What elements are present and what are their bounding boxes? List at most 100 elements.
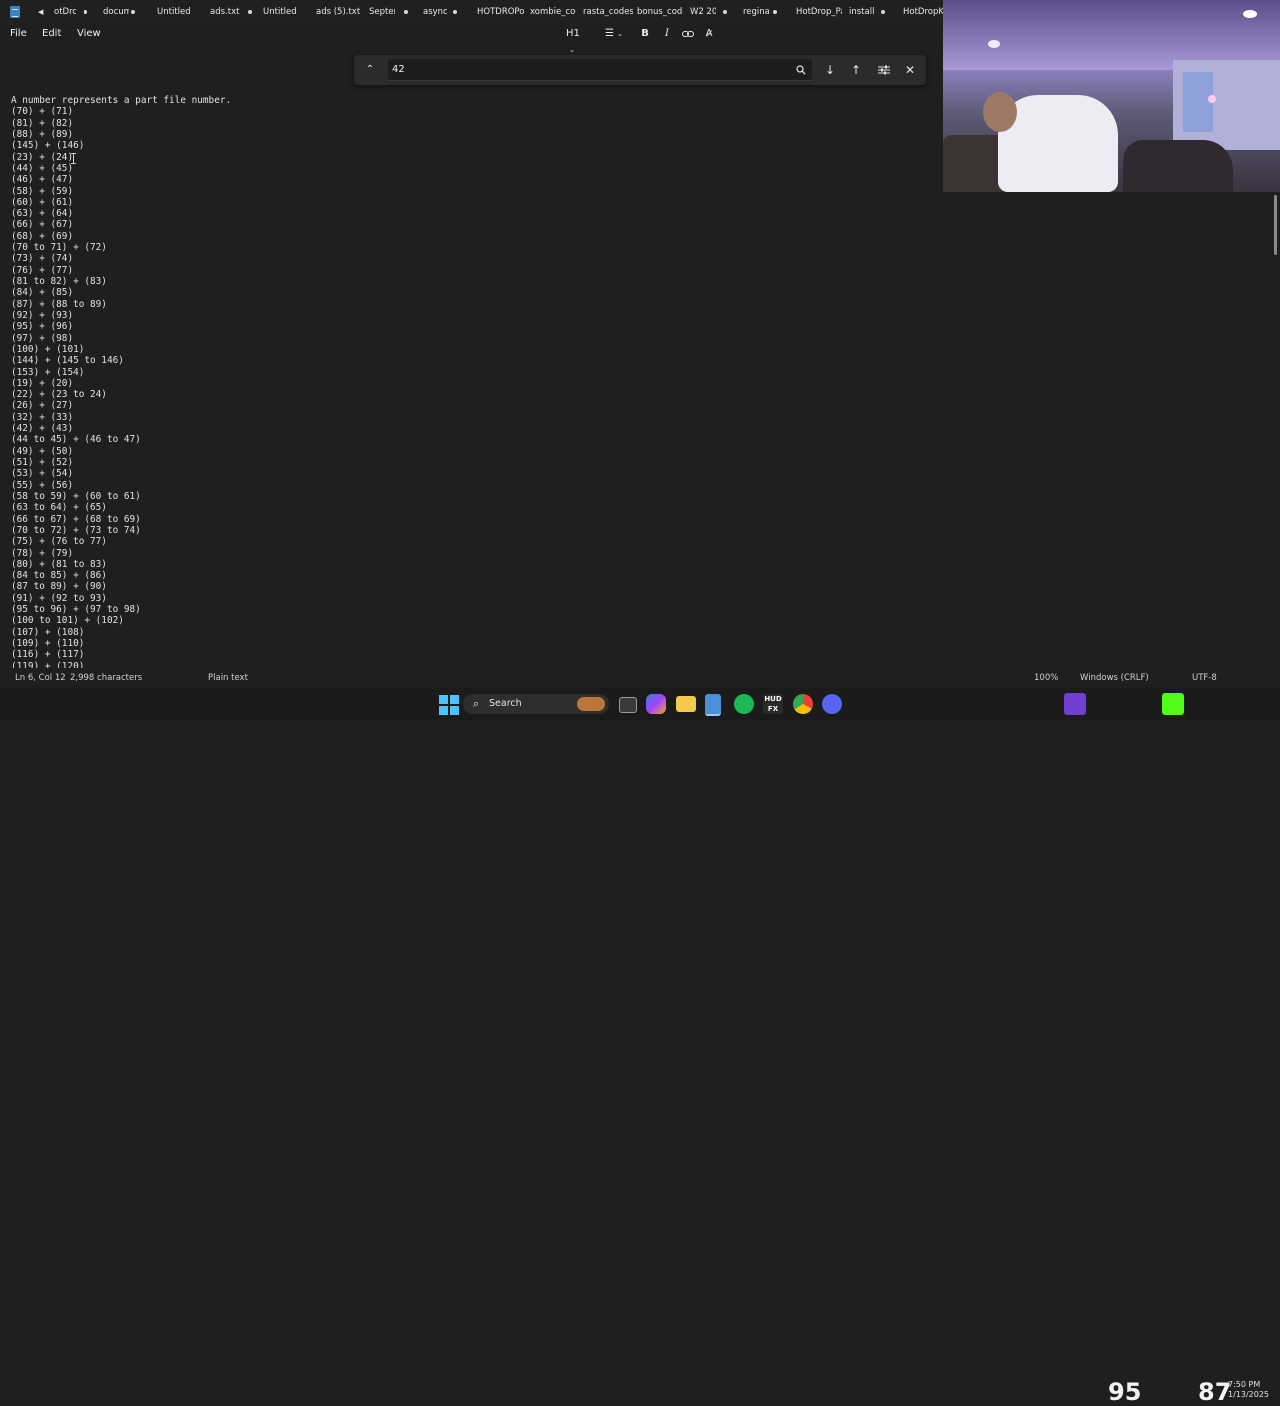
- editor-line[interactable]: (78) + (79): [11, 548, 911, 559]
- tab[interactable]: Untitled: [157, 0, 207, 24]
- editor-line[interactable]: (75) + (76 to 77): [11, 536, 911, 547]
- tab[interactable]: install: [849, 0, 891, 24]
- spotify-icon[interactable]: [734, 694, 754, 714]
- editor-line[interactable]: (32) + (33): [11, 412, 911, 423]
- list-dropdown[interactable]: ☰ ⌄: [602, 26, 626, 42]
- kick-icon[interactable]: [1162, 693, 1184, 715]
- editor-line[interactable]: (100 to 101) + (102): [11, 615, 911, 626]
- tab[interactable]: HOTDROPoc: [477, 0, 525, 24]
- clear-format-button[interactable]: A̷: [702, 26, 716, 42]
- bold-button[interactable]: B: [638, 26, 652, 42]
- editor-line[interactable]: (76) + (77): [11, 265, 911, 276]
- next-match-button[interactable]: ↓: [820, 60, 840, 80]
- find-input[interactable]: [388, 59, 812, 81]
- tab[interactable]: bonus_code: [637, 0, 685, 24]
- tab[interactable]: docum: [103, 0, 141, 24]
- editor-line[interactable]: (88) + (89): [11, 129, 911, 140]
- editor-line[interactable]: (87) + (88 to 89): [11, 299, 911, 310]
- find-options-button[interactable]: [874, 60, 894, 80]
- tab[interactable]: ads.txt: [210, 0, 262, 24]
- italic-button[interactable]: I: [660, 26, 674, 42]
- editor-line[interactable]: (91) + (92 to 93): [11, 593, 911, 604]
- previous-match-button[interactable]: ↑: [846, 60, 866, 80]
- editor-line[interactable]: (66 to 67) + (68 to 69): [11, 514, 911, 525]
- editor-line[interactable]: (92) + (93): [11, 310, 911, 321]
- editor-line[interactable]: (81) + (82): [11, 118, 911, 129]
- tab[interactable]: xombie_cod: [530, 0, 578, 24]
- editor-line[interactable]: (42) + (43): [11, 423, 911, 434]
- tab[interactable]: ◀ otDro: [36, 0, 82, 24]
- editor-line[interactable]: (144) + (145 to 146): [11, 355, 911, 366]
- editor-line[interactable]: A number represents a part file number.: [11, 95, 911, 106]
- close-find-button[interactable]: ✕: [900, 60, 920, 80]
- text-format[interactable]: Plain text: [208, 670, 248, 686]
- tab[interactable]: Untitled: [263, 0, 313, 24]
- tab[interactable]: regina: [743, 0, 783, 24]
- tab[interactable]: W2 20: [690, 0, 733, 24]
- editor-line[interactable]: (51) + (52): [11, 457, 911, 468]
- tab[interactable]: ads (5).txt: [316, 0, 366, 24]
- editor-line[interactable]: (100) + (101): [11, 344, 911, 355]
- editor-line[interactable]: (60) + (61): [11, 197, 911, 208]
- search-icon[interactable]: [791, 60, 811, 80]
- editor-line[interactable]: (70) + (71): [11, 106, 911, 117]
- encoding[interactable]: UTF-8: [1192, 670, 1217, 686]
- editor-line[interactable]: (95) + (96): [11, 321, 911, 332]
- editor-line[interactable]: (66) + (67): [11, 219, 911, 230]
- editor-line[interactable]: (73) + (74): [11, 253, 911, 264]
- task-view-icon[interactable]: [619, 697, 637, 713]
- chrome-icon[interactable]: [793, 694, 813, 714]
- tab[interactable]: Septer: [369, 0, 414, 24]
- tab[interactable]: rasta_codes.: [583, 0, 633, 24]
- editor-line[interactable]: (19) + (20): [11, 378, 911, 389]
- tab[interactable]: HotDrop_Pa: [796, 0, 844, 24]
- editor-line[interactable]: (70 to 71) + (72): [11, 242, 911, 253]
- tab[interactable]: HotDropK: [903, 0, 943, 24]
- notepad-icon[interactable]: [705, 694, 721, 716]
- twitch-icon[interactable]: [1064, 693, 1086, 715]
- cursor-position[interactable]: Ln 6, Col 12: [15, 670, 66, 686]
- editor-line[interactable]: (23) + (24): [11, 152, 911, 163]
- vertical-scrollbar[interactable]: [1274, 195, 1277, 255]
- editor-line[interactable]: (22) + (23 to 24): [11, 389, 911, 400]
- start-button[interactable]: [439, 695, 459, 715]
- editor-line[interactable]: (58) + (59): [11, 186, 911, 197]
- editor-line[interactable]: (84) + (85): [11, 287, 911, 298]
- editor-line[interactable]: (44) + (45): [11, 163, 911, 174]
- editor-line[interactable]: (109) + (110): [11, 638, 911, 649]
- editor-line[interactable]: (80) + (81 to 83): [11, 559, 911, 570]
- taskbar-search[interactable]: ⌕ Search: [463, 694, 609, 714]
- editor-line[interactable]: (44 to 45) + (46 to 47): [11, 434, 911, 445]
- discord-icon[interactable]: [822, 694, 842, 714]
- editor-line[interactable]: (95 to 96) + (97 to 98): [11, 604, 911, 615]
- editor-line[interactable]: (58 to 59) + (60 to 61): [11, 491, 911, 502]
- editor-line[interactable]: (68) + (69): [11, 231, 911, 242]
- editor-line[interactable]: (53) + (54): [11, 468, 911, 479]
- menu-edit[interactable]: Edit: [42, 24, 61, 44]
- editor-line[interactable]: (87 to 89) + (90): [11, 581, 911, 592]
- menu-file[interactable]: File: [10, 24, 27, 44]
- copilot-icon[interactable]: [646, 694, 666, 714]
- clock[interactable]: 7:50 PM 1/13/2025: [1228, 1380, 1269, 1400]
- collapse-find-button[interactable]: ⌃: [360, 60, 380, 80]
- editor-line[interactable]: (63 to 64) + (65): [11, 502, 911, 513]
- link-button[interactable]: [681, 26, 695, 42]
- editor-line[interactable]: (97) + (98): [11, 333, 911, 344]
- hud-fx-icon[interactable]: HUD FX: [763, 694, 783, 714]
- heading-dropdown[interactable]: H1 ⌄: [566, 26, 590, 54]
- editor-line[interactable]: (81 to 82) + (83): [11, 276, 911, 287]
- text-editor[interactable]: A number represents a part file number.(…: [11, 95, 911, 668]
- editor-line[interactable]: (84 to 85) + (86): [11, 570, 911, 581]
- menu-view[interactable]: View: [77, 24, 101, 44]
- editor-line[interactable]: (107) + (108): [11, 627, 911, 638]
- editor-line[interactable]: (70 to 72) + (73 to 74): [11, 525, 911, 536]
- tab[interactable]: async: [423, 0, 463, 24]
- editor-line[interactable]: (46) + (47): [11, 174, 911, 185]
- editor-line[interactable]: (49) + (50): [11, 446, 911, 457]
- editor-line[interactable]: (145) + (146): [11, 140, 911, 151]
- file-explorer-icon[interactable]: [676, 696, 696, 712]
- editor-line[interactable]: (26) + (27): [11, 400, 911, 411]
- editor-line[interactable]: (63) + (64): [11, 208, 911, 219]
- editor-line[interactable]: (116) + (117): [11, 649, 911, 660]
- zoom-level[interactable]: 100%: [1034, 670, 1058, 686]
